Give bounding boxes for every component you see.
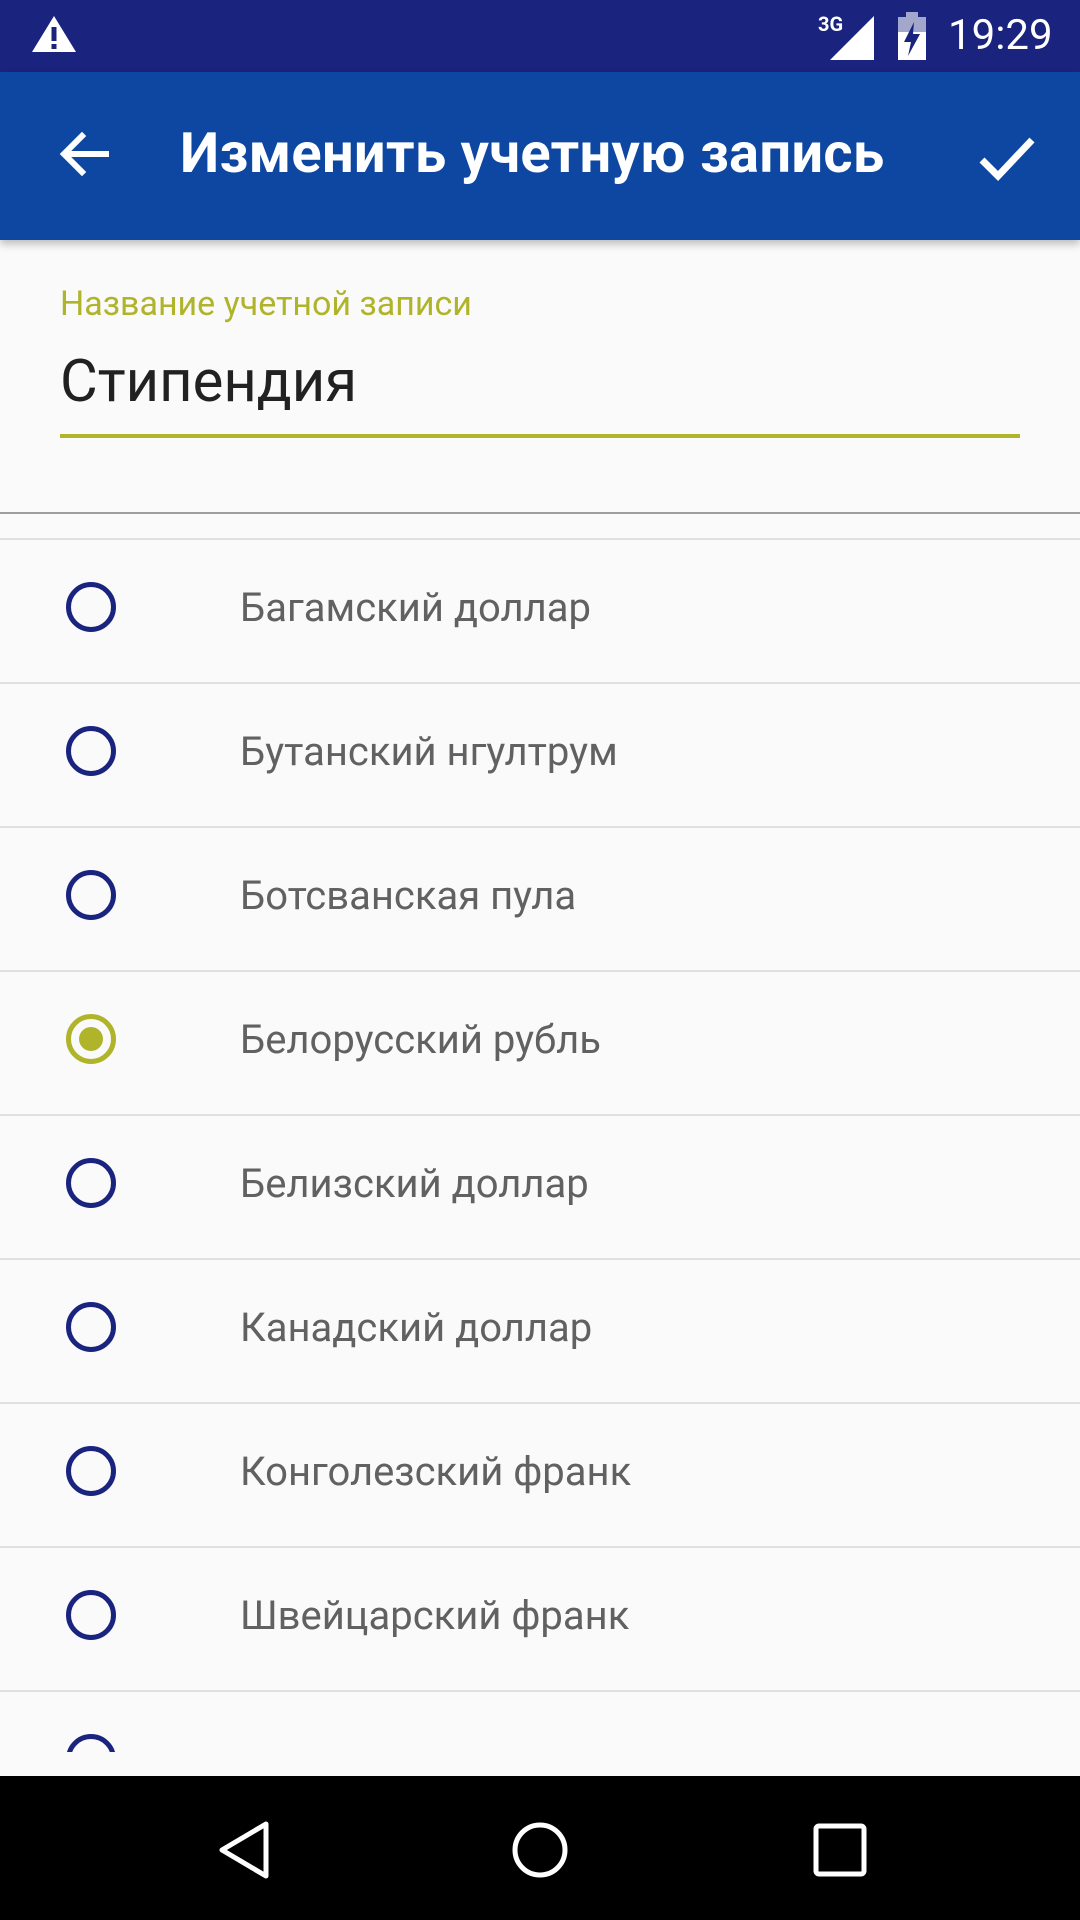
- currency-label: Белорусский рубль: [240, 1016, 602, 1063]
- divider: [0, 512, 1080, 514]
- check-icon[interactable]: [974, 126, 1038, 190]
- radio-button[interactable]: [66, 1158, 116, 1208]
- currency-label: Конголезский франк: [240, 1448, 632, 1495]
- app-bar: Изменить учетную запись: [0, 72, 1080, 240]
- currency-label: Швейцарский франк: [240, 1592, 630, 1639]
- page-title: Изменить учетную запись: [180, 120, 885, 186]
- currency-label: Белизский доллар: [240, 1160, 589, 1207]
- currency-row[interactable]: Белизский доллар: [0, 1116, 1080, 1260]
- signal-icon: [830, 16, 874, 60]
- clock: 19:29: [948, 11, 1053, 60]
- account-name-field[interactable]: Название учетной записи Стипендия: [60, 284, 1020, 438]
- currency-row[interactable]: Канадский доллар: [0, 1260, 1080, 1404]
- currency-row[interactable]: Швейцарский франк: [0, 1548, 1080, 1692]
- radio-button[interactable]: [66, 1734, 116, 1752]
- currency-label: Ботсванская пула: [240, 872, 577, 919]
- radio-button[interactable]: [66, 870, 116, 920]
- currency-label: Канадский доллар: [240, 1304, 593, 1351]
- currency-label: Багамский доллар: [240, 584, 591, 631]
- navigation-bar: [0, 1776, 1080, 1920]
- battery-charging-icon: [898, 12, 926, 60]
- currency-row-partial[interactable]: [0, 1692, 1080, 1752]
- currency-row[interactable]: Багамский доллар: [0, 540, 1080, 684]
- currency-row[interactable]: Ботсванская пула: [0, 828, 1080, 972]
- radio-button[interactable]: [66, 1590, 116, 1640]
- currency-row[interactable]: Бутанский нгултрум: [0, 684, 1080, 828]
- account-name-label: Название учетной записи: [60, 284, 472, 324]
- currency-row[interactable]: Белорусский рубль: [0, 972, 1080, 1116]
- radio-button[interactable]: [66, 582, 116, 632]
- radio-button-selected[interactable]: [66, 1014, 116, 1064]
- radio-button[interactable]: [66, 1302, 116, 1352]
- input-underline: [60, 434, 1020, 438]
- nav-home-icon[interactable]: [510, 1820, 570, 1880]
- currency-row[interactable]: Конголезский франк: [0, 1404, 1080, 1548]
- nav-recents-icon[interactable]: [812, 1822, 868, 1878]
- warning-icon: [32, 16, 76, 52]
- back-arrow-icon[interactable]: [52, 122, 116, 186]
- currency-label: Бутанский нгултрум: [240, 728, 618, 775]
- status-bar: 3G 19:29: [0, 0, 1080, 72]
- radio-button[interactable]: [66, 1446, 116, 1496]
- account-name-input[interactable]: Стипендия: [60, 348, 1020, 416]
- nav-back-icon[interactable]: [216, 1820, 272, 1880]
- currency-list[interactable]: Багамский доллар Бутанский нгултрум Ботс…: [0, 538, 1080, 1752]
- radio-button[interactable]: [66, 726, 116, 776]
